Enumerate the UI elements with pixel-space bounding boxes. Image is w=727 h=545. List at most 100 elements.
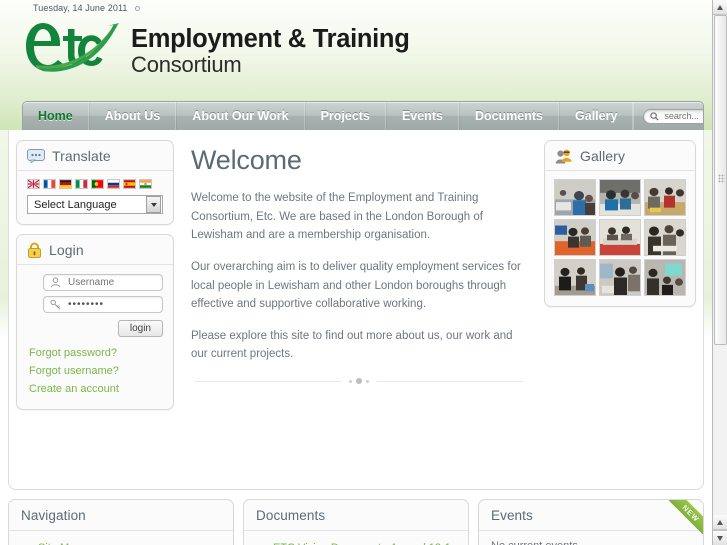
welcome-paragraph-2: Our overarching aim is to deliver qualit… [191, 260, 521, 311]
logo-line-2: Consortium [131, 52, 242, 77]
gallery-thumb-4[interactable] [554, 219, 596, 256]
nav-item-documents[interactable]: Documents [458, 102, 560, 130]
lock-icon [28, 242, 41, 258]
gallery-thumb-7[interactable] [554, 259, 596, 296]
login-module: Login Username •••••••• login Forgot pas… [16, 234, 174, 411]
login-button[interactable]: login [117, 320, 163, 337]
forgot-password-link[interactable]: Forgot password? [29, 344, 163, 362]
etc-logo-icon [26, 23, 119, 72]
gallery-thumb-2[interactable] [599, 179, 641, 216]
india-flag-icon[interactable] [139, 179, 152, 189]
scrollbar-track[interactable] [713, 15, 727, 515]
gallery-thumb-3[interactable] [644, 179, 686, 216]
language-select-wrapper: Select Language [17, 191, 173, 224]
chevron-down-icon[interactable] [146, 196, 161, 213]
gallery-module-header: Gallery [545, 141, 695, 171]
username-input[interactable] [66, 276, 156, 289]
new-ribbon-label: NEW [669, 500, 703, 534]
left-sidebar: Translate Select Language Login Username… [16, 140, 174, 481]
gallery-thumb-5[interactable] [599, 219, 641, 256]
nav-search-area [633, 102, 703, 130]
key-icon [50, 299, 61, 310]
translate-module: Translate Select Language [16, 140, 174, 225]
site-header: Tuesday, 14 June 2011 Employment & Train… [0, 0, 712, 130]
forgot-username-link[interactable]: Forgot username? [29, 362, 163, 380]
gallery-title: Gallery [580, 148, 626, 164]
documents-module-header: Documents [244, 500, 468, 531]
gallery-thumb-8[interactable] [599, 259, 641, 296]
search-box[interactable] [643, 108, 703, 124]
pager-dots [349, 378, 369, 384]
search-input[interactable] [662, 110, 703, 122]
documents-title: Documents [256, 508, 326, 523]
login-form: login Forgot password? Forgot username? … [17, 265, 173, 409]
nav-item-events[interactable]: Events [385, 102, 459, 130]
flag-list [17, 171, 173, 191]
password-input[interactable] [66, 298, 156, 311]
slideshow-pager [195, 378, 523, 384]
pager-dot-3[interactable] [366, 379, 369, 383]
portugal-flag-icon[interactable] [91, 179, 104, 189]
list-item: Site Map [38, 540, 221, 545]
users-icon [555, 149, 572, 163]
pager-rule-left [195, 380, 341, 382]
scroll-down-buttons[interactable] [713, 515, 727, 545]
new-ribbon: NEW [669, 500, 703, 534]
scroll-down-button-a[interactable] [713, 515, 727, 530]
language-select[interactable]: Select Language [27, 195, 163, 214]
logo-line-1: Employment & Training [131, 25, 410, 53]
navigation-link-list: Site Map Contact Us Search [21, 540, 221, 545]
documents-module: Documents ETC Vision Document - Agreed 1… [243, 499, 469, 545]
page-title: Welcome [191, 145, 302, 175]
united-kingdom-flag-icon[interactable] [27, 179, 40, 189]
page-scrollbar[interactable] [712, 0, 727, 545]
france-flag-icon[interactable] [43, 179, 56, 189]
language-select-value: Select Language [34, 198, 117, 211]
spain-flag-icon[interactable] [123, 179, 136, 189]
date-bar: Tuesday, 14 June 2011 [0, 0, 712, 13]
documents-link-list: ETC Vision Document - Agreed 13-1-10 [256, 540, 456, 545]
scrollbar-grip-icon [718, 174, 725, 183]
gallery-thumb-6[interactable] [644, 219, 686, 256]
create-account-link[interactable]: Create an account [29, 380, 163, 398]
main-content: Welcome Welcome to the website of the Em… [183, 140, 535, 481]
events-empty-text: No current events. [491, 540, 691, 545]
nav-item-about-us[interactable]: About Us [88, 102, 177, 130]
username-field-wrapper[interactable] [43, 274, 163, 291]
scroll-up-button[interactable] [713, 0, 727, 15]
translate-title: Translate [52, 148, 111, 164]
italy-flag-icon[interactable] [75, 179, 88, 189]
nav-item-about-our-work[interactable]: About Our Work [176, 102, 305, 130]
russia-flag-icon[interactable] [107, 179, 120, 189]
password-field-wrapper[interactable] [43, 296, 163, 313]
main-navigation: Home About Us About Our Work Projects Ev… [22, 101, 704, 130]
nav-bar: Home About Us About Our Work Projects Ev… [22, 101, 704, 130]
login-links: Forgot password? Forgot username? Create… [27, 344, 163, 398]
events-module: NEW Events No current events. [478, 499, 704, 545]
browser-viewport: Tuesday, 14 June 2011 Employment & Train… [0, 0, 727, 545]
bottom-modules-row: Navigation Site Map Contact Us Search Do… [8, 499, 704, 545]
nav-item-home[interactable]: Home [23, 102, 89, 130]
scrollbar-thumb[interactable] [714, 15, 727, 345]
login-button-row: login [27, 318, 163, 344]
gallery-module: Gallery [544, 140, 696, 307]
germany-flag-icon[interactable] [59, 179, 72, 189]
user-icon [50, 277, 61, 288]
page-wrapper: Tuesday, 14 June 2011 Employment & Train… [0, 0, 712, 545]
search-icon [650, 111, 659, 121]
documents-module-body: ETC Vision Document - Agreed 13-1-10 [244, 531, 468, 545]
translate-module-header: Translate [17, 141, 173, 171]
gallery-thumb-1[interactable] [554, 179, 596, 216]
scroll-down-button-b[interactable] [713, 530, 727, 545]
events-title: Events [491, 508, 533, 523]
pager-dot-2[interactable] [356, 378, 362, 384]
list-item: ETC Vision Document - Agreed 13-1-10 [273, 540, 456, 545]
pager-dot-1[interactable] [349, 379, 352, 383]
navigation-title: Navigation [21, 508, 86, 523]
gallery-grid [545, 171, 695, 306]
gallery-thumb-9[interactable] [644, 259, 686, 296]
nav-item-gallery[interactable]: Gallery [559, 102, 634, 130]
site-logo[interactable]: Employment & Training Consortium [0, 13, 712, 85]
logo-wordmark: Employment & Training Consortium [131, 25, 410, 77]
nav-item-projects[interactable]: Projects [304, 102, 386, 130]
